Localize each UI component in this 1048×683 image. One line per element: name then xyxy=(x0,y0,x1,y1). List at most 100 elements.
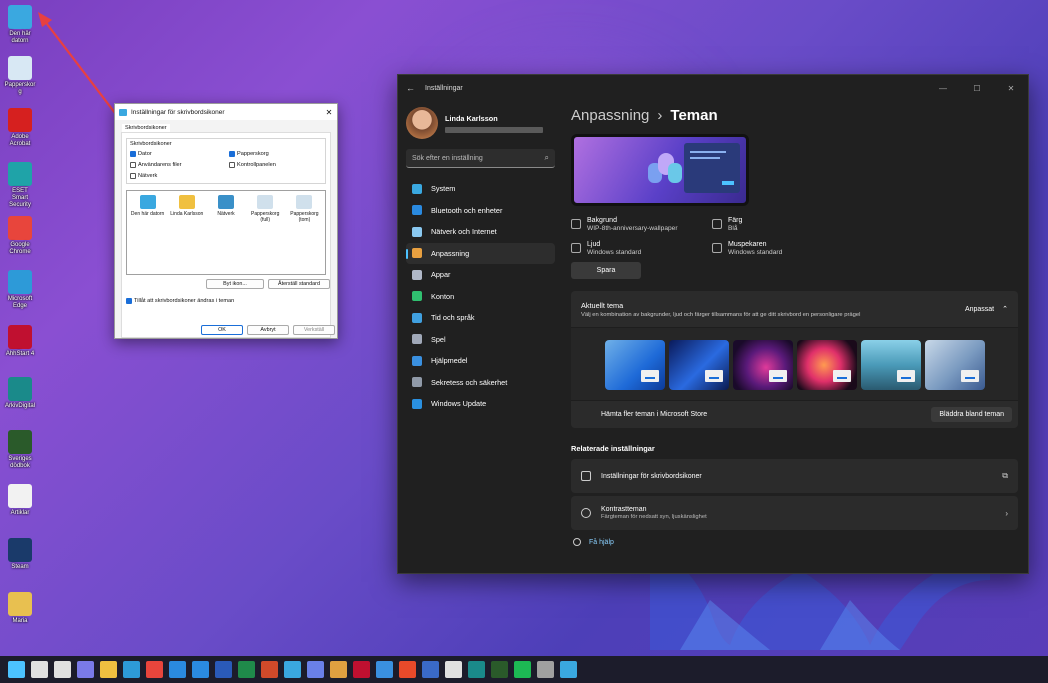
nav-item-anpassning[interactable]: Anpassning xyxy=(406,242,555,264)
related-item-kontrastteman[interactable]: Kontrastteman Färgteman för nedsatt syn, … xyxy=(571,496,1018,530)
checkbox-kontrollpanelen[interactable]: Kontrollpanelen xyxy=(229,159,322,170)
edge-icon[interactable] xyxy=(123,661,140,678)
property-ljud[interactable]: Ljud Windows standard xyxy=(571,241,712,256)
chevron-right-icon[interactable]: › xyxy=(1005,509,1008,518)
theme-tile[interactable] xyxy=(860,340,921,390)
theme-tile[interactable] xyxy=(604,340,665,390)
start-icon[interactable] xyxy=(8,661,25,678)
current-theme-header[interactable]: Aktuellt tema Välj en kombination av bak… xyxy=(571,291,1018,327)
settings-icon[interactable] xyxy=(537,661,554,678)
checkbox-box[interactable] xyxy=(229,150,235,157)
calendar-icon[interactable] xyxy=(192,661,209,678)
app-arrow-icon[interactable] xyxy=(445,661,462,678)
close-icon[interactable]: ✕ xyxy=(321,108,337,117)
checkbox-dator[interactable]: Dator xyxy=(130,148,223,159)
ahh-icon[interactable] xyxy=(353,661,370,678)
checkbox-papperskorg[interactable]: Papperskorg xyxy=(229,148,322,159)
search-icon[interactable]: ⌕ xyxy=(545,153,549,163)
search-icon[interactable] xyxy=(31,661,48,678)
property-muspekaren[interactable]: Muspekaren Windows standard xyxy=(712,241,862,256)
open-external-icon[interactable]: ⧉ xyxy=(1002,471,1008,481)
help-link[interactable]: Få hjälp xyxy=(589,539,614,546)
theme-tile[interactable] xyxy=(732,340,793,390)
save-button[interactable]: Spara xyxy=(571,262,641,279)
browse-themes-button[interactable]: Bläddra bland teman xyxy=(931,407,1012,422)
arkivdigital-icon[interactable] xyxy=(468,661,485,678)
restore-default-button[interactable]: Återställ standard xyxy=(268,279,330,289)
icon-preview-item[interactable]: Papperskorg (full) xyxy=(247,193,284,272)
app-s-icon[interactable] xyxy=(422,661,439,678)
nav-item-spel[interactable]: Spel xyxy=(406,329,555,350)
spotify-icon[interactable] xyxy=(514,661,531,678)
desktop-icon-settings-icon[interactable] xyxy=(560,661,577,678)
desktop-icon-microsoft-edge[interactable]: Microsoft Edge xyxy=(4,270,36,310)
excel-icon[interactable] xyxy=(238,661,255,678)
desktop-icon-adobe-acrobat[interactable]: Adobe Acrobat xyxy=(4,108,36,148)
desktop-icon-google-chrome[interactable]: Google Chrome xyxy=(4,216,36,256)
nav-item-natverk-och-internet[interactable]: Nätverk och Internet xyxy=(406,221,555,242)
checkbox-box[interactable] xyxy=(130,172,136,179)
chrome-icon[interactable] xyxy=(146,661,163,678)
icon-preview-item[interactable]: Linda Karlsson xyxy=(168,193,205,272)
word-icon[interactable] xyxy=(215,661,232,678)
search-box[interactable]: Sök efter en inställning ⌕ xyxy=(406,149,555,168)
nav-item-tid-och-sprak[interactable]: Tid och språk xyxy=(406,307,555,328)
checkbox-natverk[interactable]: Nätverk xyxy=(130,170,223,181)
apply-button[interactable]: Verkställ xyxy=(293,325,335,335)
mail-icon[interactable] xyxy=(169,661,186,678)
cancel-button[interactable]: Avbryt xyxy=(247,325,289,335)
desktop-icon-sveriges-dodbok[interactable]: Sveriges dödbok xyxy=(4,430,36,470)
theme-tile[interactable] xyxy=(796,340,857,390)
theme-tile[interactable] xyxy=(668,340,729,390)
icon-preview-item[interactable]: Den här datorn xyxy=(129,193,166,272)
checkbox-box[interactable] xyxy=(130,150,136,157)
search-input[interactable]: Sök efter en inställning xyxy=(412,155,545,162)
chat-icon[interactable] xyxy=(77,661,94,678)
office-icon[interactable] xyxy=(399,661,416,678)
checkbox-box[interactable] xyxy=(130,161,136,168)
theme-tile[interactable] xyxy=(924,340,985,390)
nav-item-system[interactable]: System xyxy=(406,178,555,199)
icon-preview-list[interactable]: Den här datorn Linda Karlsson Nätverk Pappe… xyxy=(126,190,326,275)
chevron-up-icon[interactable]: ⌃ xyxy=(1002,305,1008,313)
nav-item-hjalpmedel[interactable]: Hjälpmedel xyxy=(406,350,555,371)
snipping-icon[interactable] xyxy=(307,661,324,678)
checkbox-anvandarens-filer[interactable]: Användarens filer xyxy=(130,159,223,170)
user-profile[interactable]: Linda Karlsson xyxy=(406,103,555,143)
file-explorer-icon[interactable] xyxy=(100,661,117,678)
close-window-icon[interactable]: ✕ xyxy=(994,84,1028,93)
property-farg[interactable]: Färg Blå xyxy=(712,217,862,232)
dialog-tab[interactable]: Skrivbordsikoner xyxy=(122,124,170,132)
desktop-icon-artiklar[interactable]: Artiklar xyxy=(4,484,36,517)
paint-icon[interactable] xyxy=(330,661,347,678)
ok-button[interactable]: OK xyxy=(201,325,243,335)
nav-item-sekretess-och-sakerhet[interactable]: Sekretess och säkerhet xyxy=(406,372,555,393)
desktop-icon-maria[interactable]: Maria xyxy=(4,592,36,625)
maximize-icon[interactable]: ☐ xyxy=(960,84,994,93)
related-item-installningar-for-skrivbordsikoner[interactable]: Inställningar för skrivbordsikoner ⧉ xyxy=(571,459,1018,493)
desktop-icon-papperskorg[interactable]: Papperskorg xyxy=(4,56,36,96)
nav-item-bluetooth-och-enheter[interactable]: Bluetooth och enheter xyxy=(406,200,555,221)
nav-item-konton[interactable]: Konton xyxy=(406,286,555,307)
desktop-icon-ahhstart-4[interactable]: AhhStart 4 xyxy=(4,325,36,358)
checkbox-box[interactable] xyxy=(229,161,235,168)
desktop-icon-eset-smart-security[interactable]: ESET Smart Security xyxy=(4,162,36,209)
photo-viewer-icon[interactable] xyxy=(376,661,393,678)
property-bakgrund[interactable]: Bakgrund WIP-8th-anniversary-wallpaper xyxy=(571,217,712,232)
dodbok-icon[interactable] xyxy=(491,661,508,678)
help-row[interactable]: Få hjälp xyxy=(571,538,1018,546)
breadcrumb-parent[interactable]: Anpassning xyxy=(571,107,649,124)
nav-item-windows-update[interactable]: Windows Update xyxy=(406,393,555,414)
desktop-icon-arkivdigital[interactable]: ArkivDigital xyxy=(4,377,36,410)
task-view-icon[interactable] xyxy=(54,661,71,678)
nav-item-appar[interactable]: Appar xyxy=(406,264,555,285)
icon-preview-item[interactable]: Papperskorg (tom) xyxy=(286,193,323,272)
desktop-icon-den-har-datorn[interactable]: Den här datorn xyxy=(4,5,36,45)
allow-themes-checkbox[interactable] xyxy=(126,297,132,304)
desktop-icon-steam[interactable]: Steam xyxy=(4,538,36,571)
icon-preview-item[interactable]: Nätverk xyxy=(207,193,244,272)
change-icon-button[interactable]: Byt ikon... xyxy=(206,279,264,289)
allow-themes-checkbox-row[interactable]: Tillåt att skrivbordsikoner ändras i tem… xyxy=(126,295,326,306)
photos-icon[interactable] xyxy=(284,661,301,678)
powerpoint-icon[interactable] xyxy=(261,661,278,678)
